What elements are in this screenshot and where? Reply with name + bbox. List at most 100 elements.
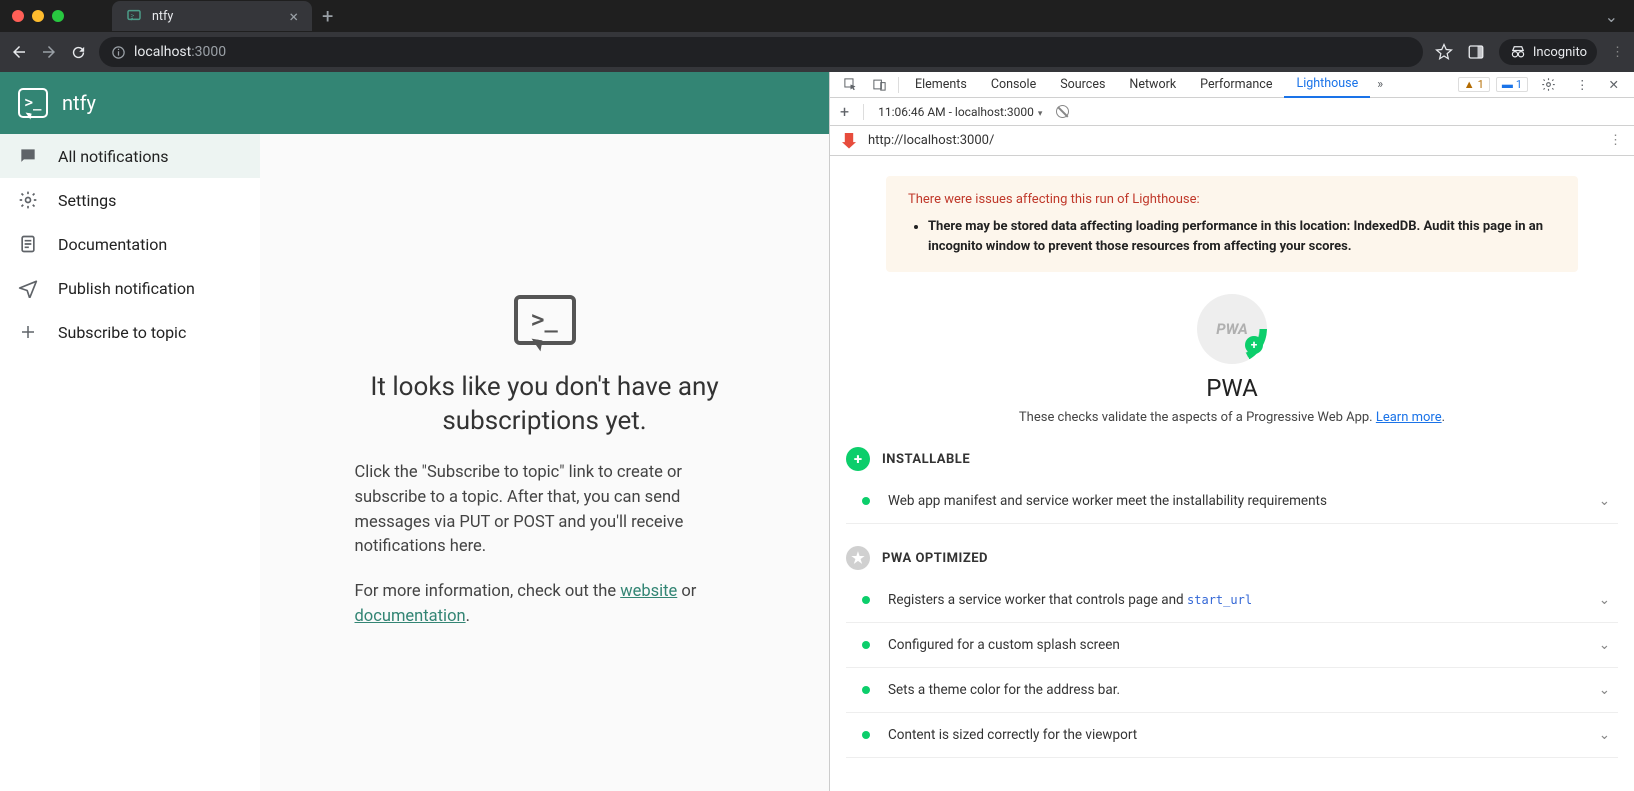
reload-button[interactable] <box>70 44 87 61</box>
lighthouse-logo-icon <box>842 133 856 149</box>
report-selector[interactable]: 11:06:46 AM - localhost:3000 <box>878 105 1042 119</box>
warning-title: There were issues affecting this run of … <box>908 192 1556 207</box>
url-port: :3000 <box>191 44 226 60</box>
audit-row[interactable]: Registers a service worker that controls… <box>846 578 1618 623</box>
plus-circle-icon: + <box>846 447 870 471</box>
audit-row[interactable]: Content is sized correctly for the viewp… <box>846 713 1618 758</box>
lighthouse-report: There were issues affecting this run of … <box>830 156 1634 791</box>
section-title: INSTALLABLE <box>882 452 970 467</box>
clear-icon[interactable] <box>1056 105 1069 118</box>
devtools-menu-icon[interactable]: ⋮ <box>1569 77 1596 93</box>
app-header: >_ ntfy <box>0 72 829 134</box>
new-report-button[interactable]: + <box>840 102 849 121</box>
tab-performance[interactable]: Performance <box>1188 72 1284 98</box>
pwa-gauge: PWA + PWA These checks validate the aspe… <box>846 294 1618 425</box>
audit-row[interactable]: Web app manifest and service worker meet… <box>846 479 1618 524</box>
chevron-down-icon: ⌄ <box>1599 637 1610 653</box>
audit-title: Web app manifest and service worker meet… <box>888 493 1327 509</box>
tab-elements[interactable]: Elements <box>903 72 979 98</box>
documentation-link[interactable]: documentation <box>355 607 466 626</box>
optimized-section-header: ★ PWA OPTIMIZED <box>846 546 1618 570</box>
sidebar-label: All notifications <box>58 147 169 166</box>
device-toolbar-icon[interactable] <box>865 77 894 92</box>
sidebar: All notifications Settings Documentation… <box>0 134 260 791</box>
sidebar-item-subscribe[interactable]: Subscribe to topic <box>0 310 260 354</box>
sidebar-label: Documentation <box>58 235 167 254</box>
empty-body-1: Click the "Subscribe to topic" link to c… <box>355 461 735 560</box>
pass-dot-icon <box>862 641 870 649</box>
pass-dot-icon <box>862 731 870 739</box>
lighthouse-url-bar: http://localhost:3000/ ⋮ <box>830 126 1634 156</box>
incognito-icon <box>1509 43 1527 61</box>
inspect-element-icon[interactable] <box>836 77 865 92</box>
audit-title: Configured for a custom splash screen <box>888 637 1120 653</box>
chevron-down-icon: ⌄ <box>1599 592 1610 608</box>
ntfy-favicon-icon: >_ <box>126 8 142 24</box>
address-bar[interactable]: localhost:3000 <box>99 37 1423 67</box>
browser-tab-title: ntfy <box>152 9 173 24</box>
incognito-indicator[interactable]: Incognito <box>1499 39 1597 65</box>
browser-toolbar: localhost:3000 Incognito ⋮ <box>0 32 1634 72</box>
pass-dot-icon <box>862 686 870 694</box>
incognito-label: Incognito <box>1533 45 1587 60</box>
tabs-chevron-icon[interactable]: ⌄ <box>1605 7 1634 26</box>
plus-icon <box>18 322 38 342</box>
browser-menu-button[interactable]: ⋮ <box>1611 45 1624 60</box>
side-panel-icon[interactable] <box>1467 43 1485 61</box>
minimize-window-button[interactable] <box>32 10 44 22</box>
lighthouse-subbar: + 11:06:46 AM - localhost:3000 <box>830 98 1634 126</box>
tab-network[interactable]: Network <box>1117 72 1188 98</box>
learn-more-link[interactable]: Learn more <box>1376 410 1442 425</box>
send-icon <box>18 278 38 298</box>
new-tab-button[interactable]: + <box>312 4 343 28</box>
audit-title: Registers a service worker that controls… <box>888 592 1252 608</box>
browser-tab[interactable]: >_ ntfy × <box>112 1 312 31</box>
audit-title: Content is sized correctly for the viewp… <box>888 727 1137 743</box>
chat-icon <box>18 146 38 166</box>
devtools-settings-icon[interactable] <box>1534 77 1563 92</box>
warnings-badge[interactable]: ▲ 1 <box>1458 77 1490 92</box>
empty-body-2: For more information, check out the webs… <box>355 580 735 630</box>
pwa-plus-badge-icon: + <box>1245 336 1263 354</box>
close-window-button[interactable] <box>12 10 24 22</box>
website-link[interactable]: website <box>620 582 677 601</box>
tab-console[interactable]: Console <box>979 72 1048 98</box>
installable-section-header: + INSTALLABLE <box>846 447 1618 471</box>
url-host: localhost <box>134 44 191 60</box>
warning-item: There may be stored data affecting loadi… <box>928 217 1556 256</box>
sidebar-label: Publish notification <box>58 279 195 298</box>
back-button[interactable] <box>10 43 28 61</box>
tab-lighthouse[interactable]: Lighthouse <box>1284 72 1370 98</box>
sidebar-item-documentation[interactable]: Documentation <box>0 222 260 266</box>
devtools-close-icon[interactable]: ✕ <box>1602 77 1626 93</box>
issues-badge[interactable]: ▬ 1 <box>1496 77 1528 92</box>
empty-heading: It looks like you don't have any subscri… <box>340 371 749 439</box>
site-info-icon[interactable] <box>111 45 126 60</box>
sidebar-label: Subscribe to topic <box>58 323 186 342</box>
tab-sources[interactable]: Sources <box>1048 72 1117 98</box>
pass-dot-icon <box>862 497 870 505</box>
window-controls <box>12 10 64 22</box>
app-title: ntfy <box>62 91 96 115</box>
empty-state: >_ It looks like you don't have any subs… <box>260 134 829 791</box>
pwa-category-desc: These checks validate the aspects of a P… <box>846 410 1618 425</box>
ntfy-logo-icon: >_ <box>18 88 48 118</box>
forward-button[interactable] <box>40 43 58 61</box>
bookmark-star-icon[interactable] <box>1435 43 1453 61</box>
audit-row[interactable]: Sets a theme color for the address bar.⌄ <box>846 668 1618 713</box>
sidebar-item-all-notifications[interactable]: All notifications <box>0 134 260 178</box>
maximize-window-button[interactable] <box>52 10 64 22</box>
gear-icon <box>18 190 38 210</box>
sidebar-label: Settings <box>58 191 116 210</box>
more-tabs-icon[interactable]: » <box>1370 77 1390 92</box>
sidebar-item-settings[interactable]: Settings <box>0 178 260 222</box>
document-icon <box>18 234 38 254</box>
pwa-category-title: PWA <box>846 374 1618 402</box>
report-menu-icon[interactable]: ⋮ <box>1609 133 1622 148</box>
close-tab-button[interactable]: × <box>289 7 298 26</box>
chevron-down-icon: ⌄ <box>1599 727 1610 743</box>
sidebar-item-publish[interactable]: Publish notification <box>0 266 260 310</box>
section-title: PWA OPTIMIZED <box>882 551 988 566</box>
devtools-tabbar: Elements Console Sources Network Perform… <box>830 72 1634 98</box>
audit-row[interactable]: Configured for a custom splash screen ⌄ <box>846 623 1618 668</box>
